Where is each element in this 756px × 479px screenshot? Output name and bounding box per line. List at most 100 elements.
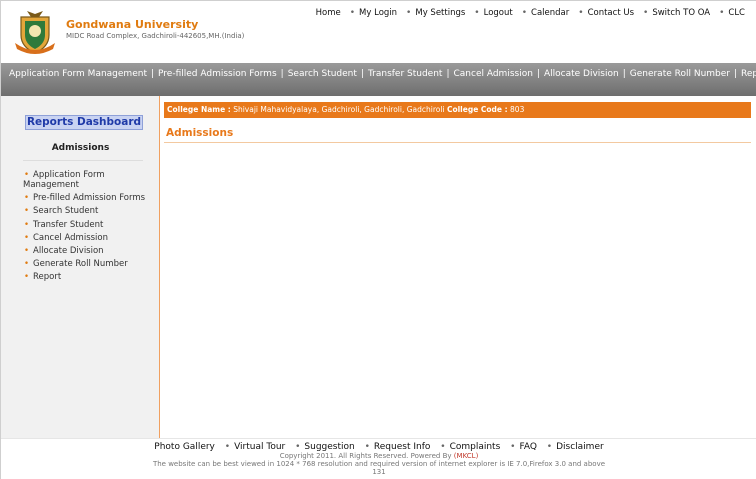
footer-link-label[interactable]: Photo Gallery: [154, 442, 215, 452]
nav-separator: |: [280, 69, 284, 79]
nav-separator: |: [536, 69, 540, 79]
separator: •: [643, 8, 649, 18]
nav-item-cancel-admission[interactable]: Cancel Admission: [454, 69, 533, 79]
college-name-value: Shivaji Mahavidyalaya, Gadchiroli, Gadch…: [233, 105, 445, 114]
footer: •Photo Gallery •Virtual Tour •Suggestion…: [1, 438, 756, 479]
sidebar-item-allocate-division[interactable]: • Allocate Division: [21, 246, 157, 256]
separator: •: [510, 442, 516, 452]
top-link-contact-us[interactable]: • Contact Us: [569, 8, 634, 18]
title-divider: [164, 142, 751, 143]
footer-link-suggestion[interactable]: • Suggestion: [288, 442, 355, 452]
separator: •: [406, 8, 412, 18]
nav-item-report[interactable]: Report: [741, 69, 756, 79]
sidebar-item-label[interactable]: Application Form Management: [23, 170, 105, 190]
page: Gondwana University MIDC Road Complex, G…: [0, 0, 756, 479]
nav-item-application-form-management[interactable]: Application Form Management: [9, 69, 147, 79]
sidebar-item-label[interactable]: Allocate Division: [33, 246, 104, 256]
nav-item-generate-roll-number[interactable]: Generate Roll Number: [630, 69, 730, 79]
separator: •: [521, 8, 528, 18]
sidebar-item-prefilled-admission-forms[interactable]: • Pre-filled Admission Forms: [21, 193, 157, 203]
top-link-label[interactable]: Calendar: [531, 8, 569, 18]
sidebar-item-label[interactable]: Transfer Student: [33, 220, 103, 230]
top-link-label[interactable]: Contact Us: [588, 8, 634, 18]
top-link-label[interactable]: Logout: [484, 8, 513, 18]
nav-item-search-student[interactable]: Search Student: [288, 69, 357, 79]
top-link-switch-to-oa[interactable]: • Switch TO OA: [634, 8, 710, 18]
sidebar-item-report[interactable]: • Report: [21, 272, 157, 282]
footer-link-label[interactable]: Request Info: [374, 442, 430, 452]
nav-separator: |: [446, 69, 450, 79]
nav-item-transfer-student[interactable]: Transfer Student: [368, 69, 442, 79]
separator: •: [440, 442, 446, 452]
separator: •: [364, 442, 370, 452]
bullet-icon: •: [24, 193, 30, 204]
page-title: Admissions: [166, 127, 234, 139]
footer-links: •Photo Gallery •Virtual Tour •Suggestion…: [1, 442, 756, 452]
college-code-value: 803: [510, 105, 525, 114]
footer-link-label[interactable]: Complaints: [450, 442, 501, 452]
footer-link-photo-gallery[interactable]: •Photo Gallery: [154, 442, 215, 452]
mkcl-link[interactable]: (MKCL): [454, 452, 479, 460]
nav-separator: |: [622, 69, 626, 79]
top-link-calendar[interactable]: • Calendar: [513, 8, 570, 18]
top-link-clc[interactable]: • CLC: [710, 8, 745, 18]
separator: •: [719, 8, 725, 18]
sidebar-item-label[interactable]: Generate Roll Number: [33, 259, 128, 269]
browser-note: The website can be best viewed in 1024 *…: [152, 460, 606, 468]
top-link-label[interactable]: CLC: [728, 8, 745, 18]
footer-link-virtual-tour[interactable]: • Virtual Tour: [218, 442, 285, 452]
college-code-label: College Code :: [446, 105, 508, 114]
nav-item-allocate-division[interactable]: Allocate Division: [544, 69, 619, 79]
nav-separator: |: [150, 69, 155, 79]
header: Gondwana University MIDC Road Complex, G…: [1, 1, 756, 63]
bullet-icon: •: [24, 206, 30, 217]
sidebar-item-search-student[interactable]: • Search Student: [21, 206, 157, 216]
sidebar-item-label[interactable]: Cancel Admission: [33, 233, 108, 243]
top-link-logout[interactable]: • Logout: [465, 8, 512, 18]
nav-separator: |: [734, 69, 738, 79]
footer-link-label[interactable]: FAQ: [519, 442, 536, 452]
footer-link-complaints[interactable]: • Complaints: [433, 442, 500, 452]
sidebar-divider: [23, 160, 143, 161]
bullet-icon: •: [24, 245, 30, 256]
top-link-label[interactable]: My Settings: [415, 8, 465, 18]
bullet-icon: •: [24, 259, 30, 270]
footer-link-disclaimer[interactable]: • Disclaimer: [540, 442, 604, 452]
main-navbar: Application Form Management | Pre-filled A…: [1, 63, 756, 96]
separator: •: [224, 442, 231, 452]
sidebar-item-label[interactable]: Report: [33, 272, 61, 282]
bullet-icon: •: [24, 272, 30, 283]
reports-dashboard-button[interactable]: Reports Dashboard: [25, 115, 143, 130]
separator: •: [546, 442, 553, 452]
top-link-home[interactable]: •Home: [316, 8, 341, 18]
sidebar-item-application-form-management[interactable]: • Application Form Management: [21, 170, 157, 190]
top-link-label[interactable]: Switch TO OA: [652, 8, 710, 18]
footer-link-label[interactable]: Disclaimer: [556, 442, 604, 452]
sidebar-item-generate-roll-number[interactable]: • Generate Roll Number: [21, 259, 157, 269]
nav-item-prefilled-admission-forms[interactable]: Pre-filled Admission Forms: [158, 69, 277, 79]
top-link-label[interactable]: My Login: [359, 8, 397, 18]
top-link-my-login[interactable]: • My Login: [341, 8, 397, 18]
footer-link-label[interactable]: Virtual Tour: [234, 442, 285, 452]
footer-link-request-info[interactable]: • Request Info: [358, 442, 431, 452]
sidebar-item-cancel-admission[interactable]: • Cancel Admission: [21, 233, 157, 243]
sidebar-item-label[interactable]: Search Student: [33, 206, 98, 216]
sidebar-item-label[interactable]: Pre-filled Admission Forms: [33, 193, 145, 203]
bullet-icon: •: [24, 170, 30, 180]
copyright-prefix: Copyright 2011. All Rights Reserved. Pow…: [279, 452, 452, 460]
sidebar-item-transfer-student[interactable]: • Transfer Student: [21, 220, 157, 230]
sidebar: Reports Dashboard Admissions • Applicatio…: [1, 96, 160, 438]
bullet-icon: •: [24, 219, 30, 230]
footer-link-label[interactable]: Suggestion: [304, 442, 354, 452]
copyright-text: Copyright 2011. All Rights Reserved. Pow…: [1, 452, 756, 460]
separator: •: [474, 8, 480, 18]
page-number: 131: [372, 468, 386, 476]
top-link-label[interactable]: Home: [316, 8, 341, 18]
top-link-my-settings[interactable]: • My Settings: [397, 8, 465, 18]
footer-link-faq[interactable]: • FAQ: [503, 442, 537, 452]
main-content: College Name : Shivaji Mahavidyalaya, Ga…: [161, 96, 756, 438]
nav-separator: |: [360, 69, 364, 79]
university-name: Gondwana University: [66, 18, 199, 31]
separator: •: [349, 8, 356, 18]
sidebar-section-title: Admissions: [51, 143, 110, 153]
